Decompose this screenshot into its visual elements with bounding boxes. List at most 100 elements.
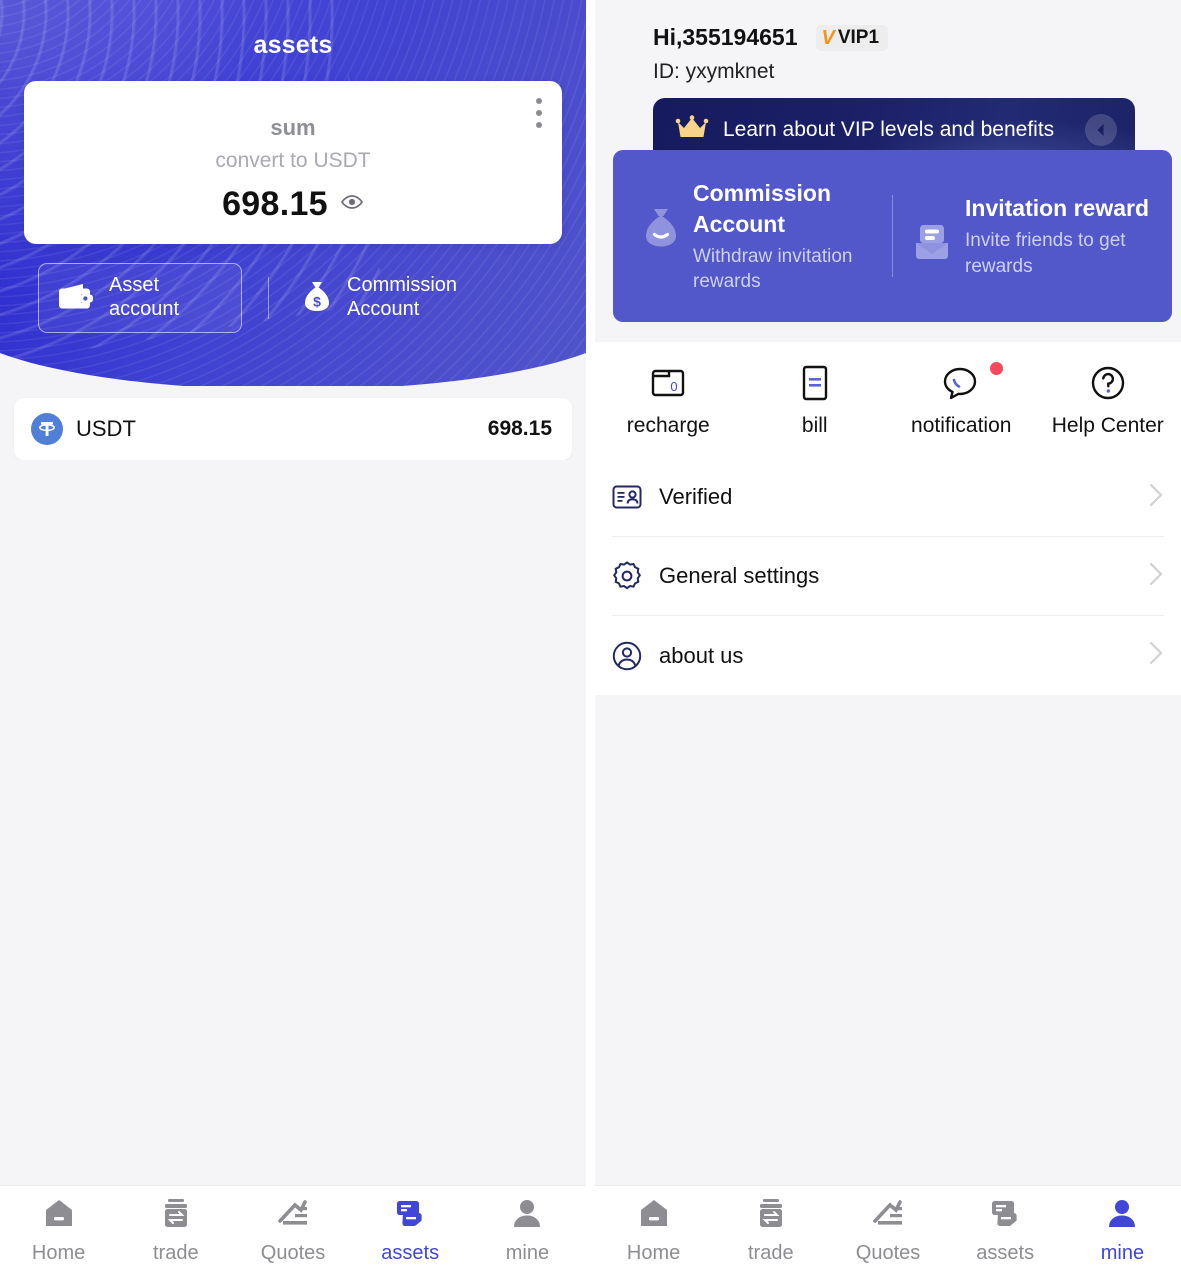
promo-subtitle: Invite friends to get rewards — [965, 230, 1126, 277]
trade-icon — [159, 1197, 193, 1234]
tab-quotes[interactable]: Quotes — [829, 1197, 946, 1265]
vip-mark-icon: V — [821, 26, 835, 49]
menu-item-general-settings[interactable]: General settings — [612, 537, 1164, 616]
assets-hero: assets sum convert to USDT 698.15 Asset … — [0, 0, 586, 386]
tab-mine[interactable]: mine — [469, 1197, 586, 1265]
recharge-icon: 0 — [649, 364, 687, 402]
chevron-right-icon — [1148, 561, 1164, 592]
quick-action-label: notification — [911, 414, 1012, 437]
usdt-coin-icon — [31, 413, 63, 445]
quick-action-recharge[interactable]: 0 recharge — [595, 364, 742, 438]
tab-home[interactable]: Home — [595, 1197, 712, 1265]
tab-trade[interactable]: trade — [117, 1197, 234, 1265]
gear-icon — [612, 561, 642, 591]
commission-account-promo[interactable]: Commission Account Withdraw invitation r… — [623, 178, 892, 294]
bill-icon — [799, 364, 831, 402]
arrow-left-circle-icon[interactable] — [1085, 114, 1117, 146]
wallet-icon — [57, 280, 96, 317]
home-icon — [42, 1197, 76, 1234]
person-icon — [511, 1197, 543, 1234]
svg-text:0: 0 — [671, 379, 678, 394]
quotes-icon — [870, 1197, 906, 1234]
quick-action-label: recharge — [626, 414, 710, 437]
tab-label: mine — [1100, 1242, 1145, 1264]
screen-root: assets sum convert to USDT 698.15 Asset … — [0, 0, 1181, 1276]
account-switcher: Asset account $ Commission Account — [38, 263, 562, 333]
settings-menu: Verified General settings about us — [595, 458, 1181, 695]
user-circle-icon — [612, 641, 642, 671]
crown-icon — [675, 114, 709, 146]
user-id-text: ID: yxymknet — [653, 60, 775, 83]
tab-label: trade — [748, 1242, 794, 1264]
total-amount: 698.15 — [222, 185, 328, 223]
asset-account-label: Asset account — [109, 274, 180, 320]
tab-quotes[interactable]: Quotes — [234, 1197, 351, 1265]
person-icon — [1106, 1197, 1138, 1234]
promo-subtitle: Withdraw invitation rewards — [693, 245, 853, 293]
coin-balance: 698.15 — [487, 417, 552, 440]
menu-item-verified[interactable]: Verified — [612, 458, 1164, 537]
greeting-text: Hi,355194651 — [653, 24, 798, 50]
help-circle-icon — [1089, 364, 1127, 402]
menu-item-label: Verified — [659, 484, 733, 509]
money-bag-icon: $ — [301, 279, 333, 318]
home-icon — [637, 1197, 671, 1234]
bottom-nav-left: Home trade Quotes assets mine — [0, 1185, 586, 1276]
tab-label: mine — [505, 1242, 550, 1264]
menu-item-about-us[interactable]: about us — [612, 616, 1164, 695]
convert-label: convert to USDT — [215, 149, 371, 172]
tab-label: Home — [31, 1242, 86, 1264]
tab-label: trade — [153, 1242, 199, 1264]
assets-icon — [988, 1197, 1022, 1234]
promo-title: Invitation reward — [965, 195, 1150, 222]
right-empty-area — [595, 695, 1181, 1185]
id-card-icon — [612, 484, 642, 510]
tab-label: Quotes — [260, 1242, 326, 1264]
tab-label: assets — [381, 1242, 440, 1264]
svg-text:$: $ — [313, 293, 321, 309]
tab-assets[interactable]: assets — [947, 1197, 1064, 1265]
promo-title: Commission Account — [693, 179, 832, 237]
assets-icon — [393, 1197, 427, 1234]
account-divider — [268, 277, 269, 319]
tab-label: Quotes — [855, 1242, 921, 1264]
quick-action-help-center[interactable]: Help Center — [1035, 364, 1181, 438]
quick-action-label: bill — [801, 414, 828, 437]
quick-actions: 0 recharge bill notification Help Center — [595, 342, 1181, 458]
commission-account-label: Commission Account — [347, 274, 458, 320]
total-assets-card: sum convert to USDT 698.15 — [24, 81, 562, 244]
page-title: assets — [253, 31, 333, 59]
notification-icon — [941, 362, 1004, 402]
quick-action-notification[interactable]: notification — [888, 362, 1035, 438]
chevron-right-icon — [1148, 640, 1164, 671]
chevron-right-icon — [1148, 482, 1164, 513]
left-empty-area — [0, 460, 586, 1185]
envelope-icon — [911, 221, 953, 270]
vip-banner-text: Learn about VIP levels and benefits — [723, 118, 1055, 141]
tab-home[interactable]: Home — [0, 1197, 117, 1265]
profile-header: Hi,355194651 V VIP1 ID: yxymknet Learn a… — [595, 0, 1181, 162]
sum-label: sum — [270, 115, 316, 140]
mine-screen: Hi,355194651 V VIP1 ID: yxymknet Learn a… — [595, 0, 1181, 1276]
menu-item-label: about us — [659, 642, 744, 668]
tab-label: Home — [626, 1242, 681, 1264]
tab-mine[interactable]: mine — [1064, 1197, 1181, 1265]
status-badge[interactable]: V VIP1 — [815, 24, 889, 51]
quick-action-bill[interactable]: bill — [742, 364, 889, 438]
asset-account-button[interactable]: Asset account — [38, 263, 242, 333]
tab-trade[interactable]: trade — [712, 1197, 829, 1265]
promo-card: Commission Account Withdraw invitation r… — [613, 150, 1172, 322]
eye-icon[interactable] — [340, 190, 364, 219]
tab-assets[interactable]: assets — [352, 1197, 469, 1265]
tab-label: assets — [976, 1242, 1035, 1264]
assets-screen: assets sum convert to USDT 698.15 Asset … — [0, 0, 586, 1276]
commission-account-button[interactable]: $ Commission Account — [283, 264, 475, 331]
money-bag-icon — [641, 206, 681, 255]
coin-list: USDT 698.15 — [0, 386, 586, 460]
bottom-nav-right: Home trade Quotes assets mine — [595, 1185, 1181, 1276]
vip-level-label: VIP1 — [837, 27, 880, 48]
invitation-reward-promo[interactable]: Invitation reward Invite friends to get … — [893, 193, 1162, 278]
kebab-menu-icon[interactable] — [536, 98, 542, 128]
list-item[interactable]: USDT 698.15 — [14, 398, 572, 460]
menu-item-label: General settings — [659, 563, 820, 588]
